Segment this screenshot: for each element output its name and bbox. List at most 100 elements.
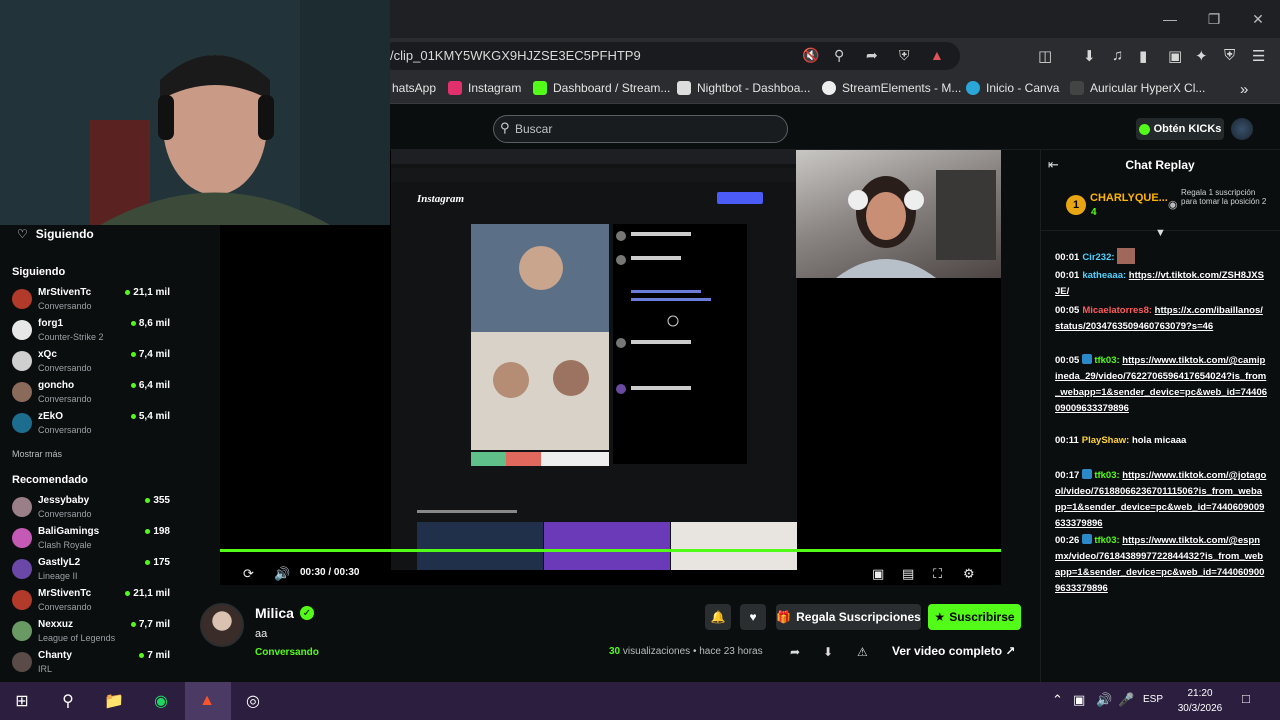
sidebar-channel[interactable]: Nexxuz League of Legends 7,7 mil [12,619,170,649]
chat-username[interactable]: PlayShaw: [1082,435,1130,446]
music-icon[interactable]: ♫ [1112,47,1123,64]
chat-username[interactable]: tfk03: [1094,355,1119,366]
wallet-icon[interactable]: ▣ [1168,47,1182,65]
viewer-count-value: 355 [153,495,170,506]
share-icon[interactable]: ➦ [866,47,878,64]
sidebar-icon[interactable]: ◫ [1038,47,1052,65]
panel-icon[interactable]: ▮ [1139,47,1147,65]
microphone-icon[interactable]: 🎤 [1118,692,1134,708]
full-video-link[interactable]: Ver video completo ↗ [892,644,1015,658]
search-icon[interactable]: ⚲ [55,688,81,714]
top-gifter-name[interactable]: CHARLYQUE... [1090,192,1168,204]
video-progress-bar[interactable] [220,549,1001,552]
subscriber-badge-icon [1082,534,1093,544]
viewer-count-value: 7,4 mil [138,349,170,360]
gift-icon: 🎁 [776,610,792,624]
chat-timestamp: 00:17 [1055,470,1080,481]
file-explorer-icon[interactable]: 📁 [101,688,127,714]
url-text[interactable]: /clip_01KMY5WKGX9HJZSE3EC5PFHTP9 [390,48,641,63]
streamer-name[interactable]: Milica ✓ [255,605,314,621]
bookmark-hyperx[interactable]: Auricular HyperX Cl... [1070,81,1205,95]
sidebar-channel[interactable]: BaliGamings Clash Royale 198 [12,526,170,556]
get-kicks-button[interactable]: Obtén KICKs [1136,118,1224,140]
chat-username[interactable]: katheaaa: [1082,270,1126,281]
bookmarks-overflow-icon[interactable]: » [1240,81,1248,98]
chat-timestamp: 00:01 [1055,270,1080,281]
brave-shield-icon[interactable]: ⛨ [899,47,910,64]
sidebar-channel[interactable]: Chanty IRL 7 mil [12,650,170,680]
input-language[interactable]: ESP [1143,694,1163,705]
fullscreen-icon[interactable]: ⛶ [933,566,942,582]
brave-rewards-icon[interactable]: ▲ [930,47,944,63]
share-icon[interactable]: ➦ [790,645,800,659]
download-icon[interactable]: ⬇ [823,645,833,659]
sidebar-channel[interactable]: MrStivenTc Conversando 21,1 mil [12,287,170,317]
theater-icon[interactable]: ▤ [902,566,914,582]
video-timecode: 00:30 / 00:30 [300,567,360,578]
expand-icon[interactable]: ▼ [1155,227,1166,239]
live-dot-icon [130,622,136,627]
channel-avatar [12,621,32,641]
leo-icon[interactable]: ✦ [1195,47,1208,65]
live-dot-icon [145,560,151,565]
chat-username[interactable]: tfk03: [1094,470,1119,481]
menu-icon[interactable]: ☰ [1252,47,1265,65]
sidebar-channel[interactable]: goncho Conversando 6,4 mil [12,380,170,410]
bookmark-whatsapp[interactable]: hatsApp [392,81,436,95]
system-clock[interactable]: 21:20 30/3/2026 [1172,686,1228,716]
minimize-icon[interactable]: — [1148,0,1192,38]
clip-icon[interactable]: ▣ [872,566,884,582]
channel-name: Nexxuz [38,619,74,630]
brave-icon[interactable]: ▲ [194,688,220,714]
channel-name: Jessybaby [38,495,90,506]
report-icon[interactable]: ⚠ [857,645,868,659]
chat-username[interactable]: tfk03: [1094,535,1119,546]
mute-icon[interactable]: 🔇 [802,47,819,64]
zoom-icon[interactable]: ⚲ [834,47,844,64]
sidebar-channel[interactable]: GastlyL2 Lineage II 175 [12,557,170,587]
bookmark-canva[interactable]: Inicio - Canva [966,81,1059,95]
live-dot-icon [130,352,136,357]
sidebar-channel[interactable]: MrStivenTc Conversando 21,1 mil [12,588,170,618]
channel-avatar [12,320,32,340]
recommended-section-title: Recomendado [12,474,88,486]
sidebar-channel[interactable]: xQc Conversando 7,4 mil [12,349,170,379]
settings-icon[interactable]: ⚙ [963,566,975,582]
kick-icon [533,81,547,95]
volume-icon[interactable]: 🔊 [274,566,290,582]
subscribe-button[interactable]: ★ Suscribirse [928,604,1021,630]
chat-username[interactable]: Cir232: [1082,252,1114,263]
chat-username[interactable]: Micaelatorres8: [1082,305,1152,316]
vpn-icon[interactable]: ⛨ [1224,47,1235,64]
notification-bell-button[interactable]: 🔔 [705,604,731,630]
user-avatar[interactable] [1231,118,1253,140]
show-more-link[interactable]: Mostrar más [12,449,62,459]
follow-heart-button[interactable]: ♥ [740,604,766,630]
spotify-icon[interactable]: ◉ [148,688,174,714]
speaker-icon[interactable]: 🔊 [1096,692,1112,708]
download-icon[interactable]: ⬇ [1083,47,1096,65]
bookmark-streamelements[interactable]: StreamElements - M... [822,81,961,95]
notifications-icon[interactable]: □ [1242,691,1250,706]
sidebar-channel[interactable]: Jessybaby Conversando 355 [12,495,170,525]
bookmark-dashboard[interactable]: Dashboard / Stream... [533,81,670,95]
network-icon[interactable]: ▣ [1073,692,1085,708]
bookmark-nightbot[interactable]: Nightbot - Dashboa... [677,81,810,95]
following-header[interactable]: ♡ Siguiendo [17,227,94,241]
windows-start-icon[interactable]: ⊞ [9,688,35,714]
channel-category: Conversando [38,301,92,311]
streamer-avatar[interactable] [200,603,244,647]
obs-icon[interactable]: ◎ [240,688,266,714]
replay-icon[interactable]: ⟳ [243,566,254,582]
channel-name: MrStivenTc [38,588,92,599]
channel-avatar [12,351,32,371]
sidebar-channel[interactable]: zEkO Conversando 5,4 mil [12,411,170,441]
clip-category[interactable]: Conversando [255,647,319,658]
restore-icon[interactable]: ❐ [1192,0,1236,38]
tray-expand-icon[interactable]: ⌃ [1052,692,1063,708]
bookmark-instagram[interactable]: Instagram [448,81,521,95]
sidebar-channel[interactable]: forg1 Counter-Strike 2 8,6 mil [12,318,170,348]
heart-icon: ♥ [749,610,757,624]
gift-subs-button[interactable]: 🎁 Regala Suscripciones [776,604,921,630]
close-icon[interactable]: ✕ [1236,0,1280,38]
